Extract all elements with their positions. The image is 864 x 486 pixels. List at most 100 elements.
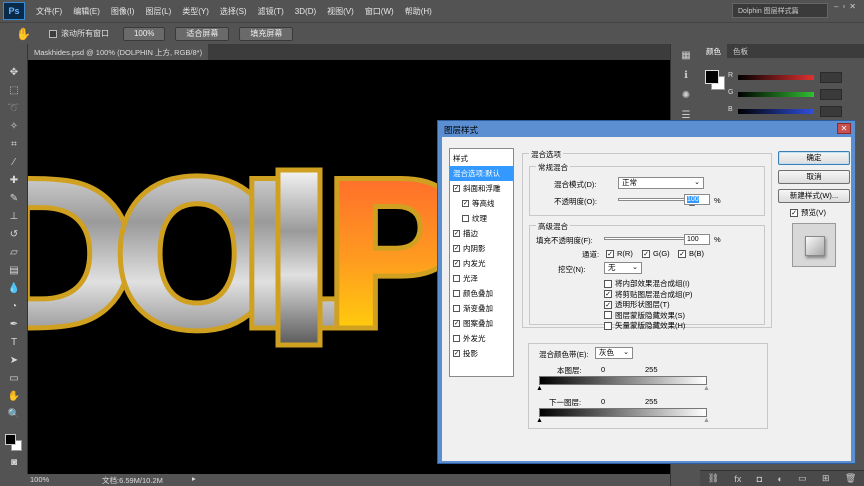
menu-help[interactable]: 帮助(H) [405,6,432,17]
menu-layer[interactable]: 图层(L) [145,6,171,17]
red-value[interactable] [820,72,842,83]
tab-color[interactable]: 颜色 [700,44,727,58]
menu-type[interactable]: 类型(Y) [182,6,209,17]
dodge-tool-icon[interactable]: ◔ [6,300,22,314]
history-panel-icon[interactable]: ▦ [678,50,694,64]
foreground-color-swatch[interactable] [5,434,16,445]
style-item-checkbox[interactable] [453,275,460,282]
style-item-checkbox[interactable]: ✓ [453,230,460,237]
style-item-checkbox[interactable] [462,215,469,222]
adjustment-layer-icon[interactable]: ◐ [777,474,782,484]
history-brush-icon[interactable]: ↺ [6,228,22,242]
new-group-icon[interactable]: ▭ [798,473,807,484]
type-tool-icon[interactable]: T [6,336,22,350]
new-layer-icon[interactable]: ⊞ [822,473,830,484]
channel-g-checkbox[interactable]: ✓ G(G) [642,249,670,258]
style-item[interactable]: 外发光 [450,331,513,346]
style-item-checkbox[interactable]: ✓ [453,185,460,192]
new-style-button[interactable]: 新建样式(W)... [778,189,850,203]
underlying-black-thumb[interactable]: ▲ [536,417,543,424]
fx-icon[interactable]: fx [734,474,741,484]
workspace-selector[interactable]: Dolphin 图层样式篇 [732,3,828,18]
menu-filter[interactable]: 滤镜(T) [258,6,284,17]
green-slider[interactable]: G [728,89,862,101]
advanced-option-checkbox[interactable]: 矢量蒙版隐藏效果(H) [604,320,685,331]
blend-if-select[interactable]: 灰色 ⌄ [595,347,633,359]
style-item[interactable]: ✓ 投影 [450,346,513,361]
menu-window[interactable]: 窗口(W) [365,6,394,17]
channel-b-checkbox[interactable]: ✓ B(B) [678,249,704,258]
this-layer-black-thumb[interactable]: ▲ [536,385,543,392]
crop-tool-icon[interactable]: ⌗ [6,138,22,152]
magic-wand-icon[interactable]: ✧ [6,120,22,134]
window-controls[interactable]: –▫✕ [834,2,860,11]
link-layers-icon[interactable]: ⛓ [708,473,719,484]
brush-tool-icon[interactable]: ✎ [6,192,22,206]
quick-mask-icon[interactable]: ◙ [6,456,22,470]
advanced-option-checkbox[interactable]: ✓ 将剪贴图层混合成组(P) [604,289,693,300]
style-item[interactable]: ✓ 斜面和浮雕 [450,181,513,196]
style-item-checkbox[interactable]: ✓ [453,320,460,327]
style-item-checkbox[interactable]: ✓ [453,260,460,267]
style-item-checkbox[interactable] [453,305,460,312]
add-mask-icon[interactable]: ◘ [757,474,762,484]
style-item[interactable]: 颜色叠加 [450,286,513,301]
style-item[interactable]: 光泽 [450,271,513,286]
style-item-checkbox[interactable] [453,290,460,297]
scroll-all-checkbox[interactable] [48,29,57,38]
path-selection-icon[interactable]: ➤ [6,354,22,368]
lasso-tool-icon[interactable]: ➰ [6,102,22,116]
preview-checkbox[interactable]: ✓ 预览(V) [790,207,826,218]
move-tool-icon[interactable]: ✥ [6,66,22,80]
opacity-slider[interactable] [618,198,692,201]
menu-select[interactable]: 选择(S) [220,6,247,17]
adjustments-panel-icon[interactable]: ✺ [678,90,694,104]
delete-layer-icon[interactable]: 🗑 [845,473,856,484]
this-layer-white-thumb[interactable]: ▲ [703,385,710,392]
fill-opacity-input[interactable]: 100 [684,234,710,245]
knockout-select[interactable]: 无 ⌄ [604,262,642,274]
advanced-option-checkbox[interactable]: 将内部效果混合成组(I) [604,278,690,289]
style-item-checkbox[interactable]: ✓ [462,200,469,207]
style-item[interactable]: ✓ 等高线 [450,196,513,211]
style-item[interactable]: ✓ 图案叠加 [450,316,513,331]
eyedropper-icon[interactable]: ⁄ [6,156,22,170]
fit-screen-button[interactable]: 适合屏幕 [175,26,230,41]
advanced-option-checkbox[interactable]: ✓ 透明形状图层(T) [604,299,670,310]
cancel-button[interactable]: 取消 [778,170,850,184]
style-item-checkbox[interactable]: ✓ [453,350,460,357]
style-item-checkbox[interactable] [453,335,460,342]
menu-file[interactable]: 文件(F) [36,6,62,17]
underlying-layer-gradient[interactable] [539,408,707,417]
this-layer-gradient[interactable] [539,376,707,385]
style-item-checkbox[interactable]: ✓ [453,245,460,252]
shape-tool-icon[interactable]: ▭ [6,372,22,386]
blend-mode-select[interactable]: 正常 ⌄ [618,177,704,189]
zoom-tool-icon[interactable]: 🔍 [6,408,22,422]
fill-opacity-slider[interactable] [604,237,690,240]
advanced-option-checkbox[interactable]: 图层蒙版隐藏效果(S) [604,310,685,321]
style-item[interactable]: ✓ 描边 [450,226,513,241]
blur-tool-icon[interactable]: 💧 [6,282,22,296]
properties-panel-icon[interactable]: ℹ [678,70,694,84]
menu-3d[interactable]: 3D(D) [295,7,316,16]
eraser-tool-icon[interactable]: ▱ [6,246,22,260]
close-icon[interactable]: ✕ [837,123,851,134]
fill-screen-button[interactable]: 填充屏幕 [239,26,294,41]
ok-button[interactable]: 确定 [778,151,850,165]
hand-tool-icon[interactable]: ✋ [6,390,22,404]
pen-tool-icon[interactable]: ✒ [6,318,22,332]
zoom-100-button[interactable]: 100% [122,26,166,41]
style-item[interactable]: 渐变叠加 [450,301,513,316]
style-item[interactable]: 混合选项:默认 [450,166,513,181]
tab-swatches[interactable]: 色板 [727,44,754,58]
menu-view[interactable]: 视图(V) [327,6,354,17]
menu-edit[interactable]: 编辑(E) [73,6,100,17]
style-item[interactable]: 纹理 [450,211,513,226]
blue-value[interactable] [820,106,842,117]
style-item[interactable]: ✓ 内阴影 [450,241,513,256]
menu-image[interactable]: 图像(I) [111,6,135,17]
gradient-tool-icon[interactable]: ▤ [6,264,22,278]
status-arrow-icon[interactable]: ▸ [192,474,196,483]
panel-foreground-swatch[interactable] [705,70,719,84]
